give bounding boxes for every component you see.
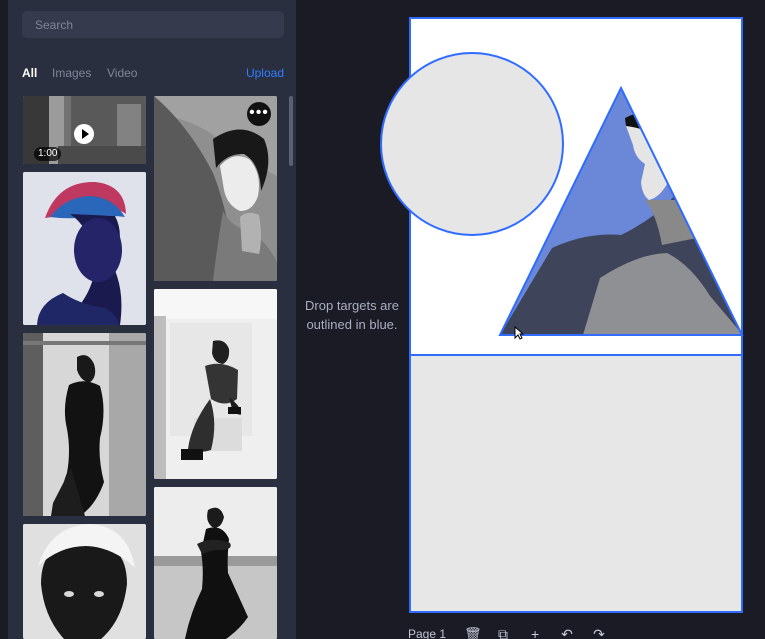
headwrap-portrait-image [23,172,146,325]
sidebar-scrollbar[interactable] [289,96,293,166]
triangle-frame-shape[interactable] [498,85,744,336]
media-thumbnail-image[interactable] [154,289,277,479]
portrait-image [23,524,146,639]
page-label: Page 1 [408,627,447,639]
play-icon[interactable] [74,124,94,144]
page-bottom-frame[interactable] [409,356,743,613]
media-tabs: All Images Video Upload [22,64,284,82]
design-canvas[interactable] [380,17,750,617]
media-thumbnail-image[interactable] [23,172,146,325]
upload-link[interactable]: Upload [246,66,284,80]
tab-video[interactable]: Video [107,66,137,80]
media-thumbnail-image[interactable] [23,333,146,516]
tab-images[interactable]: Images [52,66,91,80]
media-thumbnail-image[interactable] [23,524,146,639]
more-options-icon[interactable]: ••• [247,102,271,126]
app-window: All Images Video Upload 1:00 [0,0,765,639]
undo-icon[interactable]: ↶ [560,627,574,639]
duplicate-page-icon[interactable]: ⧉ [496,627,510,639]
seated-woman-image [154,289,277,479]
media-thumbnail-image[interactable] [154,487,277,639]
mouse-cursor-icon [514,326,524,340]
fashion-model-image [23,333,146,516]
page-toolbar: Page 1 🗑 ⧉ + ↶ ↷ [408,622,648,639]
beach-dress-image [154,487,277,639]
tab-all[interactable]: All [22,66,37,80]
redo-icon[interactable]: ↷ [592,627,606,639]
media-thumbnail-video[interactable]: 1:00 [23,96,146,164]
media-sidebar: All Images Video Upload 1:00 [8,0,296,639]
video-duration: 1:00 [34,147,62,161]
search-input[interactable] [22,11,284,38]
trash-icon[interactable]: 🗑 [464,627,482,639]
add-page-icon[interactable]: + [528,627,542,639]
media-thumbnail-image[interactable]: ••• [154,96,277,281]
